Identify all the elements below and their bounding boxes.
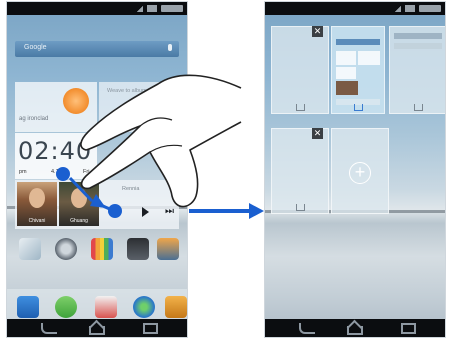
navigation-bar [265, 319, 445, 337]
home-icon[interactable] [347, 323, 363, 335]
mini-weather-widget [336, 51, 356, 65]
recent-apps-icon[interactable] [401, 323, 416, 334]
screen-thumbnail[interactable] [271, 26, 329, 114]
add-screen-button[interactable]: + [349, 162, 371, 184]
screen-thumbnail[interactable] [271, 128, 329, 214]
mini-clock-widget [336, 67, 356, 79]
home-screen-indicator-icon [296, 104, 305, 111]
home-screen-indicator-icon [354, 104, 363, 111]
delete-screen-button[interactable]: ✕ [312, 26, 323, 37]
mini-app-row [394, 43, 442, 49]
mini-search-widget [336, 39, 380, 45]
home-screen-edit-phone: ✕ ✕ + [265, 2, 445, 337]
battery-icon [405, 5, 415, 12]
home-screen-indicator-icon [296, 204, 305, 211]
home-screen-indicator-icon [414, 104, 423, 111]
back-icon[interactable] [299, 323, 315, 334]
signal-icon [395, 5, 401, 12]
mini-photo-widget [358, 51, 380, 65]
mini-contact-widget [336, 81, 358, 95]
screen-thumbnail[interactable] [389, 26, 445, 114]
mini-app-row [394, 33, 442, 39]
transition-arrow-head [249, 203, 264, 219]
status-bar [265, 2, 445, 15]
delete-screen-button[interactable]: ✕ [312, 128, 323, 139]
add-screen-thumbnail[interactable]: + [331, 128, 389, 214]
transition-arrow [189, 209, 251, 213]
screen-thumbnail-current[interactable] [331, 26, 385, 114]
status-clock [419, 5, 441, 12]
touch-point-marker [108, 204, 122, 218]
touch-point-marker [56, 167, 70, 181]
